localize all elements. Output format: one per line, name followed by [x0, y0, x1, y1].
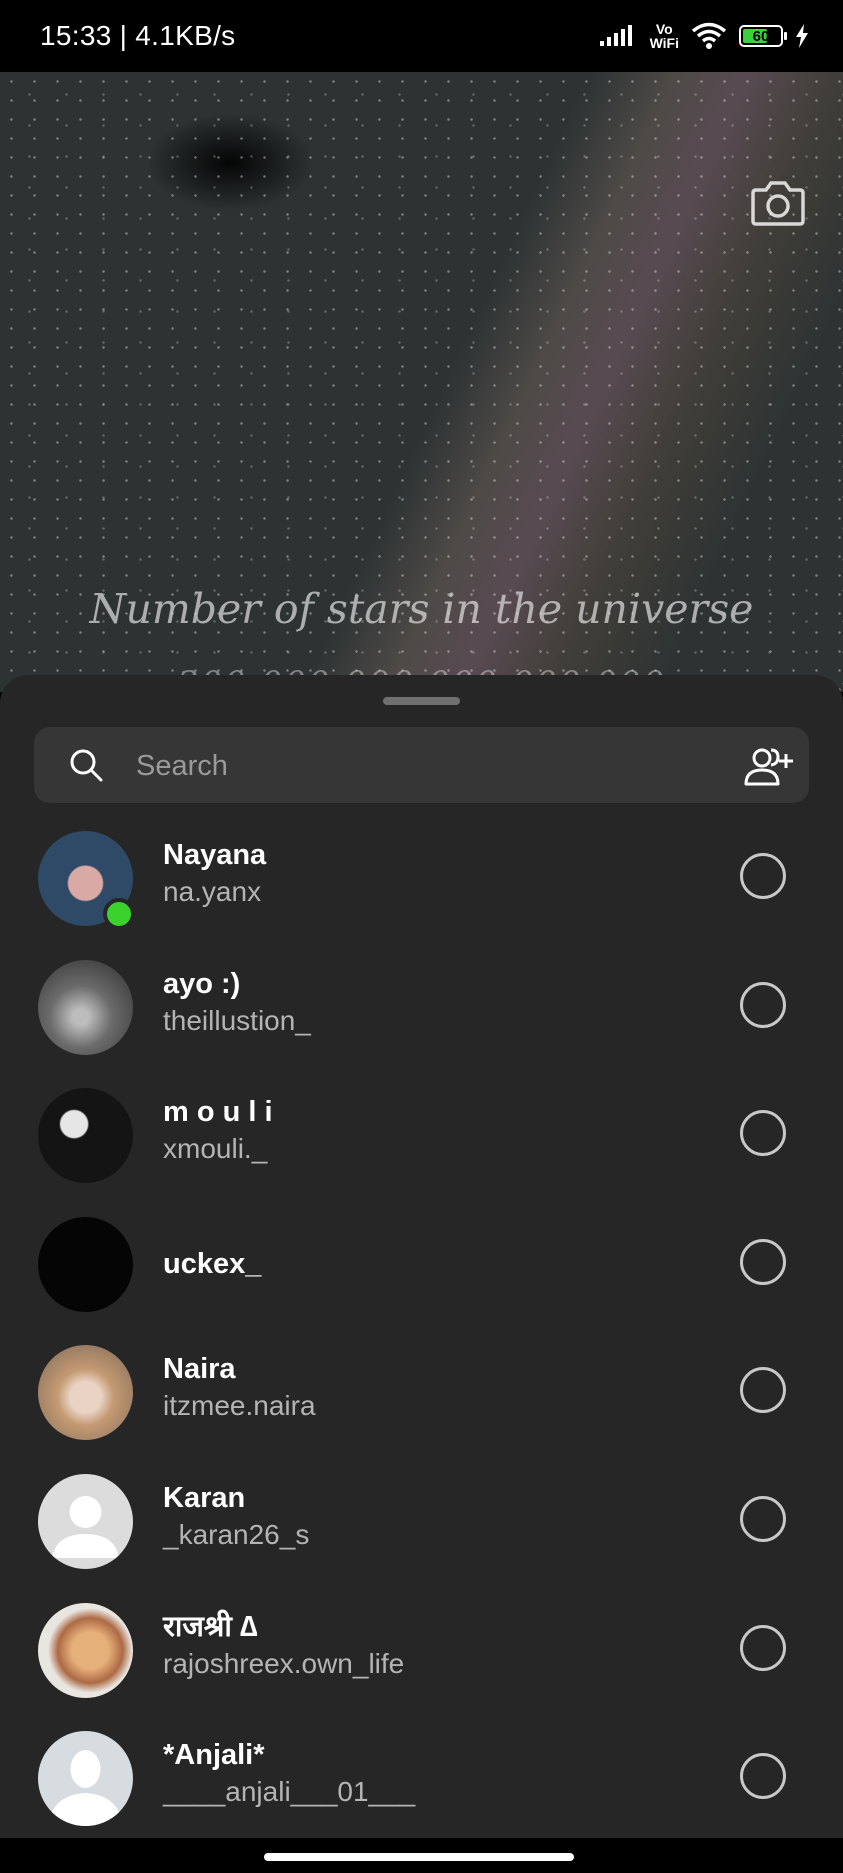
vowifi-line2: WiFi	[649, 35, 679, 51]
battery-level: 60	[752, 27, 770, 45]
contact-name: Naira	[163, 1353, 236, 1386]
sheet-grabber[interactable]	[383, 697, 460, 705]
select-radio[interactable]	[740, 1367, 786, 1414]
contact-names: m o u l i xmouli._	[163, 1094, 273, 1168]
avatar	[38, 1473, 133, 1569]
contact-names: uckex_	[163, 1246, 261, 1282]
default-avatar-icon	[48, 1750, 123, 1827]
avatar	[38, 1731, 133, 1827]
battery-icon: 60	[739, 25, 787, 47]
select-radio[interactable]	[740, 981, 786, 1028]
contact-username: xmouli._	[163, 1133, 268, 1165]
contact-names: ayo :) theillustion_	[163, 966, 311, 1040]
contact-row[interactable]: uckex_	[0, 1201, 843, 1330]
contact-row[interactable]: राजश्री ∆ rajoshreex.own_life	[0, 1587, 843, 1716]
wifi-icon	[691, 22, 727, 49]
contact-name: *Anjali*	[163, 1739, 265, 1772]
contact-username: na.yanx	[163, 876, 262, 907]
contact-names: *Anjali* ____anjali___01___	[163, 1737, 415, 1811]
contact-names: Karan _karan26_s	[163, 1480, 309, 1554]
contact-row[interactable]: Nayana na.yanx	[0, 815, 843, 944]
contact-names: Nayana na.yanx	[163, 837, 266, 911]
online-status-dot	[103, 898, 135, 930]
contact-name: Nayana	[163, 839, 267, 871]
contact-names: राजश्री ∆ rajoshreex.own_life	[163, 1609, 404, 1683]
contact-name: Karan	[163, 1481, 246, 1514]
contact-username: _karan26_s	[163, 1518, 310, 1550]
contact-row[interactable]: ayo :) theillustion_	[0, 944, 843, 1073]
contact-username: theillustion_	[163, 1004, 311, 1036]
avatar	[38, 959, 133, 1055]
contact-username: rajoshreex.own_life	[163, 1647, 405, 1679]
vowifi-icon: Vo WiFi	[650, 22, 679, 50]
camera-icon[interactable]	[748, 172, 808, 232]
search-bar[interactable]	[34, 727, 809, 803]
select-radio[interactable]	[740, 853, 786, 899]
contact-row[interactable]: Naira itzmee.naira	[0, 1329, 843, 1458]
story-background: Number of stars in the universe 300,000,…	[0, 72, 843, 692]
search-input[interactable]	[134, 741, 698, 791]
contact-row[interactable]: Karan _karan26_s	[0, 1458, 843, 1587]
signal-icon	[599, 25, 632, 46]
status-time: 15:33 | 4.1KB/s	[40, 20, 236, 51]
contact-name: ayo :)	[163, 967, 241, 1000]
story-caption: Number of stars in the universe	[89, 585, 754, 633]
avatar	[38, 1216, 133, 1312]
contact-name: m o u l i	[163, 1096, 273, 1129]
contact-name: राजश्री ∆	[163, 1610, 258, 1643]
contact-row[interactable]: m o u l i xmouli._	[0, 1072, 843, 1201]
add-people-icon[interactable]	[742, 744, 796, 788]
contact-names: Naira itzmee.naira	[163, 1351, 316, 1425]
default-avatar-icon	[52, 1495, 119, 1558]
select-radio[interactable]	[740, 1238, 786, 1285]
select-radio[interactable]	[740, 1624, 786, 1671]
status-bar: 15:33 | 4.1KB/s Vo WiFi 60	[0, 0, 843, 72]
select-radio[interactable]	[740, 1753, 786, 1800]
home-indicator[interactable]	[264, 1853, 574, 1861]
select-radio[interactable]	[740, 1495, 786, 1542]
contact-list: Nayana na.yanx ayo :) theillustion_ m o …	[0, 815, 843, 1844]
contact-username: itzmee.naira	[163, 1390, 316, 1422]
search-icon	[70, 749, 103, 782]
share-sheet: Nayana na.yanx ayo :) theillustion_ m o …	[0, 675, 843, 1873]
contact-name: uckex_	[163, 1247, 262, 1280]
status-icons: Vo WiFi 60	[598, 22, 809, 50]
contact-username: ____anjali___01___	[163, 1776, 416, 1808]
contact-row[interactable]: *Anjali* ____anjali___01___	[0, 1715, 843, 1844]
vowifi-line1: Vo	[655, 21, 673, 37]
avatar	[38, 1088, 133, 1184]
avatar	[38, 1602, 133, 1698]
charging-icon	[796, 24, 808, 48]
select-radio[interactable]	[740, 1110, 786, 1157]
avatar	[38, 1345, 133, 1441]
